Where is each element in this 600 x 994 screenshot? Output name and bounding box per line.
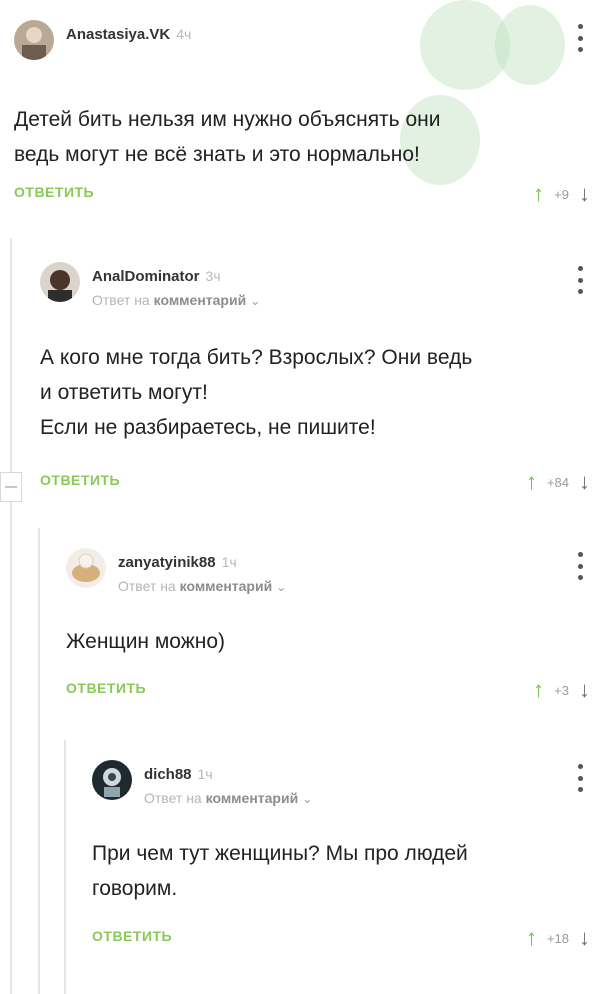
vote-count: +18: [546, 930, 569, 946]
more-options-icon[interactable]: [574, 552, 586, 580]
comment-text: А кого мне тогда бить? Взрослых? Они вед…: [40, 346, 473, 439]
comment-footer: ОТВЕТИТЬ ↑ +9 ↓: [14, 180, 600, 208]
more-options-icon[interactable]: [574, 266, 586, 294]
comment-text: При чем тут женщины? Мы про людей говори…: [92, 842, 468, 900]
author-name[interactable]: Anastasiya.VK 4ч: [66, 26, 191, 43]
comment-footer: ОТВЕТИТЬ ↑ +18 ↓: [92, 924, 600, 952]
comment-footer: ОТВЕТИТЬ ↑ +3 ↓: [66, 676, 600, 704]
downvote-icon[interactable]: ↓: [579, 471, 590, 493]
downvote-icon[interactable]: ↓: [579, 927, 590, 949]
downvote-icon[interactable]: ↓: [579, 183, 590, 205]
reply-to-label[interactable]: Ответ на комментарий ⌄: [118, 578, 286, 594]
avatar[interactable]: [92, 760, 132, 800]
vote-controls: ↑ +18 ↓: [526, 924, 590, 952]
reply-button[interactable]: ОТВЕТИТЬ: [14, 184, 94, 200]
reply-button[interactable]: ОТВЕТИТЬ: [66, 680, 146, 696]
author-name[interactable]: zanyatyinik88 1ч: [118, 554, 237, 571]
chevron-down-icon: ⌄: [302, 792, 313, 806]
comment: dich88 1ч Ответ на комментарий ⌄ При чем т…: [92, 760, 600, 970]
comment: AnalDominator 3ч Ответ на комментарий ⌄ А …: [40, 262, 600, 502]
reply-button[interactable]: ОТВЕТИТЬ: [40, 472, 120, 488]
comment-time: 1ч: [197, 766, 213, 782]
vote-count: +84: [546, 474, 569, 490]
comment-footer: ОТВЕТИТЬ ↑ +84 ↓: [40, 468, 600, 496]
comment-time: 3ч: [205, 268, 221, 284]
more-options-icon[interactable]: [574, 24, 586, 52]
upvote-icon[interactable]: ↑: [526, 927, 537, 949]
upvote-icon[interactable]: ↑: [533, 679, 544, 701]
avatar[interactable]: [40, 262, 80, 302]
comment-header: zanyatyinik88 1ч Ответ на комментарий ⌄: [66, 548, 600, 598]
chevron-down-icon: ⌄: [250, 294, 261, 308]
vote-count: +9: [554, 186, 569, 202]
chevron-down-icon: ⌄: [276, 580, 287, 594]
downvote-icon[interactable]: ↓: [579, 679, 590, 701]
more-options-icon[interactable]: [574, 764, 586, 792]
collapse-thread-button[interactable]: [0, 472, 22, 502]
author-name[interactable]: dich88 1ч: [144, 766, 213, 783]
vote-controls: ↑ +3 ↓: [533, 676, 590, 704]
comment-header: dich88 1ч Ответ на комментарий ⌄: [92, 760, 600, 810]
comment: zanyatyinik88 1ч Ответ на комментарий ⌄ Же…: [66, 548, 600, 708]
reply-to-label[interactable]: Ответ на комментарий ⌄: [92, 292, 260, 308]
comment-header: AnalDominator 3ч Ответ на комментарий ⌄: [40, 262, 600, 312]
avatar[interactable]: [66, 548, 106, 588]
comment: Anastasiya.VK 4ч Детей бить нельзя им нуж…: [14, 20, 600, 220]
comment-time: 4ч: [176, 26, 192, 42]
comment-header: Anastasiya.VK 4ч: [14, 20, 600, 70]
avatar[interactable]: [14, 20, 54, 60]
thread-line: [38, 528, 40, 994]
thread-line: [10, 238, 12, 994]
reply-to-label[interactable]: Ответ на комментарий ⌄: [144, 790, 312, 806]
vote-controls: ↑ +9 ↓: [533, 180, 590, 208]
upvote-icon[interactable]: ↑: [533, 183, 544, 205]
vote-count: +3: [554, 682, 569, 698]
upvote-icon[interactable]: ↑: [526, 471, 537, 493]
thread-line: [64, 740, 66, 994]
comment-time: 1ч: [221, 554, 237, 570]
author-name[interactable]: AnalDominator 3ч: [92, 268, 221, 285]
vote-controls: ↑ +84 ↓: [526, 468, 590, 496]
reply-button[interactable]: ОТВЕТИТЬ: [92, 928, 172, 944]
comment-text: Женщин можно): [66, 630, 226, 653]
comment-text: Детей бить нельзя им нужно объяснять они…: [14, 108, 441, 166]
